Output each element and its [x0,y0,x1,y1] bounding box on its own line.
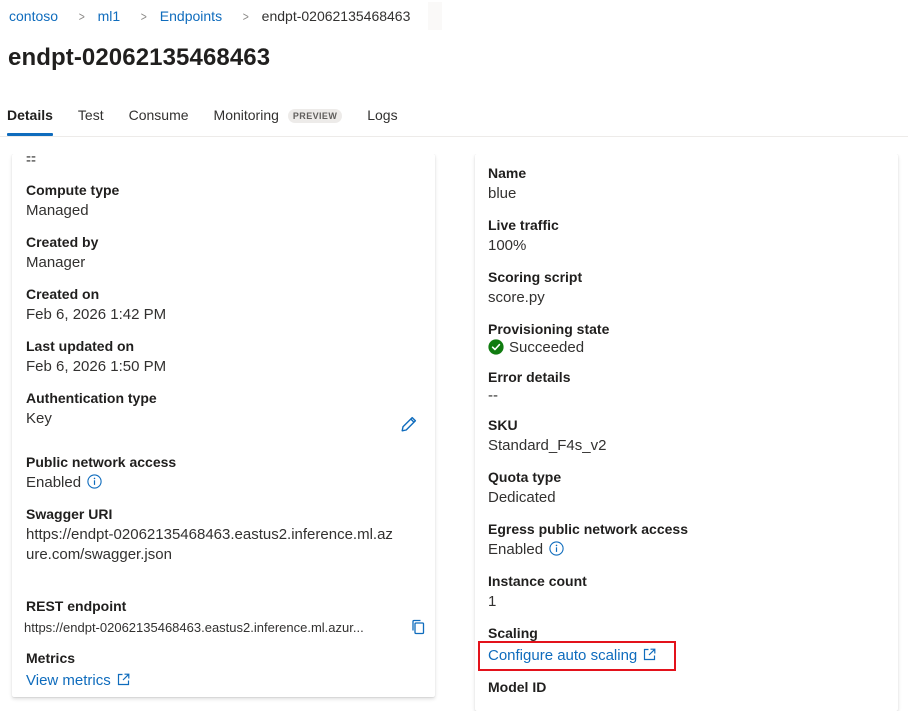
breadcrumb-contoso[interactable]: contoso [9,8,58,24]
external-link-icon [117,673,130,686]
name-value: blue [488,185,517,202]
live-traffic-value: 100% [488,237,527,254]
chevron-right-icon: > [242,8,249,24]
tab-details[interactable]: Details [7,102,53,136]
swagger-uri-label: Swagger URI [26,506,113,522]
view-metrics-link[interactable]: View metrics [26,672,130,689]
quota-type-value: Dedicated [488,489,556,506]
provisioning-state-text: Succeeded [509,339,585,356]
provisioning-state-value: Succeeded [488,339,584,356]
tab-logs-label: Logs [367,107,398,123]
created-by-value: Manager [26,254,86,271]
public-network-access-text: Enabled [26,474,82,491]
info-icon[interactable] [549,541,564,556]
live-traffic-label: Live traffic [488,217,559,233]
rest-endpoint-value[interactable]: https://endpt-02062135468463.eastus2.inf… [24,620,364,635]
page-title: endpt-02062135468463 [8,44,271,71]
scaling-label: Scaling [488,625,538,641]
metrics-label: Metrics [26,650,76,666]
scrolled-previous-value: -- [26,148,36,165]
compute-type-label: Compute type [26,182,120,198]
breadcrumb-endpoints[interactable]: Endpoints [160,8,222,24]
created-on-label: Created on [26,286,100,302]
instance-count-value: 1 [488,593,497,610]
preview-badge: PREVIEW [287,109,343,123]
error-details-label: Error details [488,369,571,385]
rest-endpoint-label: REST endpoint [26,598,127,614]
scroll-clip [0,137,908,154]
public-network-access-label: Public network access [26,454,177,470]
highlight-annotation [478,641,676,671]
egress-public-network-access-value: Enabled [488,541,564,558]
authentication-type-label: Authentication type [26,390,157,406]
error-details-value: -- [488,387,498,404]
breadcrumb-current: endpt-02062135468463 [261,8,411,24]
view-metrics-text: View metrics [26,672,111,689]
sku-label: SKU [488,417,518,433]
provisioning-state-label: Provisioning state [488,321,610,337]
authentication-type-value: Key [26,410,52,427]
created-by-label: Created by [26,234,99,250]
breadcrumb: contoso > ml1 > Endpoints > endpt-020621… [9,7,410,25]
endpoint-attributes-card: -- Compute type Managed Created by Manag… [12,152,435,697]
last-updated-on-label: Last updated on [26,338,135,354]
tab-test-label: Test [77,107,104,123]
quota-type-label: Quota type [488,469,562,485]
tab-consume-label: Consume [128,107,189,123]
copy-icon[interactable] [410,619,426,635]
tab-monitoring-label: Monitoring [213,107,279,123]
name-label: Name [488,165,527,181]
tab-test[interactable]: Test [78,102,104,136]
success-check-icon [488,339,504,355]
instance-count-label: Instance count [488,573,587,589]
scoring-script-value: score.py [488,289,545,306]
pencil-icon[interactable] [400,415,418,433]
tab-consume[interactable]: Consume [129,102,189,136]
compute-type-value: Managed [26,202,89,219]
tab-details-label: Details [7,107,53,123]
egress-public-network-access-text: Enabled [488,541,544,558]
chevron-right-icon: > [140,8,148,24]
scoring-script-label: Scoring script [488,269,583,285]
tab-bar: Details Test Consume Monitoring PREVIEW L… [0,102,423,136]
last-updated-on-value: Feb 6, 2026 1:50 PM [26,358,167,375]
breadcrumb-overflow-area [428,2,442,30]
tab-monitoring[interactable]: Monitoring PREVIEW [214,102,343,136]
breadcrumb-ml1[interactable]: ml1 [98,8,121,24]
public-network-access-value: Enabled [26,474,102,491]
chevron-right-icon: > [78,8,85,24]
egress-public-network-access-label: Egress public network access [488,521,688,537]
created-on-value: Feb 6, 2026 1:42 PM [26,306,167,323]
tab-logs[interactable]: Logs [367,102,397,136]
swagger-uri-value[interactable]: https://endpt-02062135468463.eastus2.inf… [26,525,396,565]
info-icon[interactable] [87,474,102,489]
deployment-attributes-card: Name blue Live traffic 100% Scoring scri… [475,154,898,711]
model-id-label: Model ID [488,679,547,695]
sku-value: Standard_F4s_v2 [488,437,607,454]
